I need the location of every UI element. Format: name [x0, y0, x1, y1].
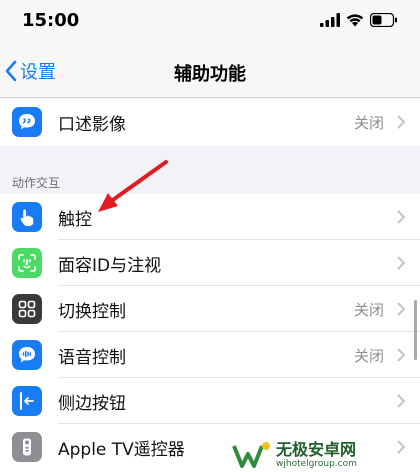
signal-icon	[320, 13, 340, 27]
apple-tv-remote-icon	[12, 432, 42, 462]
chevron-right-icon	[397, 210, 405, 224]
watermark-title: 无极安卓网	[276, 440, 357, 459]
row-side-button[interactable]: 侧边按钮	[0, 378, 420, 424]
chevron-right-icon	[397, 115, 405, 129]
row-touch[interactable]: 触控	[0, 194, 420, 240]
row-voice-control[interactable]: 语音控制 关闭	[0, 332, 420, 378]
watermark: 无极安卓网 wjhotelgroup.com	[232, 440, 420, 470]
voice-control-icon	[12, 340, 42, 370]
watermark-logo-icon	[232, 442, 270, 468]
scroll-indicator[interactable]	[414, 300, 417, 360]
settings-group-interaction: 触控 面容ID与注视 切换控制 关闭 语音控制 关闭 侧边按钮 Apple TV…	[0, 194, 420, 472]
status-time: 15:00	[22, 10, 80, 31]
row-value: 关闭	[353, 113, 384, 132]
row-audio-descriptions[interactable]: 口述影像 关闭	[0, 99, 420, 145]
status-icons	[320, 13, 398, 27]
switch-control-grid-icon	[12, 294, 42, 324]
row-label: 触控	[58, 209, 92, 230]
row-label: 侧边按钮	[58, 393, 126, 414]
watermark-url: wjhotelgroup.com	[276, 459, 357, 469]
row-switch-control[interactable]: 切换控制 关闭	[0, 286, 420, 332]
row-label: 面容ID与注视	[58, 255, 162, 276]
wifi-icon	[346, 14, 364, 27]
chevron-right-icon	[397, 302, 405, 316]
battery-icon	[370, 13, 397, 27]
row-label: 语音控制	[58, 347, 126, 368]
touch-hand-icon	[12, 202, 42, 232]
page-title: 辅助功能	[174, 64, 246, 85]
face-id-icon	[12, 248, 42, 278]
status-bar: 15:00	[0, 0, 420, 44]
row-label: Apple TV遥控器	[58, 439, 185, 460]
settings-group-vision: 口述影像 关闭	[0, 99, 420, 146]
chevron-right-icon	[397, 348, 405, 362]
row-label: 口述影像	[58, 114, 126, 135]
row-label: 切换控制	[58, 301, 126, 322]
row-face-id-attention[interactable]: 面容ID与注视	[0, 240, 420, 286]
audio-descriptions-icon	[12, 107, 42, 137]
side-button-icon	[12, 386, 42, 416]
chevron-right-icon	[397, 256, 405, 270]
navigation-bar: 设置 辅助功能	[0, 44, 420, 98]
row-value: 关闭	[353, 300, 384, 319]
row-value: 关闭	[353, 346, 384, 365]
section-header: 动作交互	[12, 176, 61, 190]
chevron-right-icon	[397, 394, 405, 408]
